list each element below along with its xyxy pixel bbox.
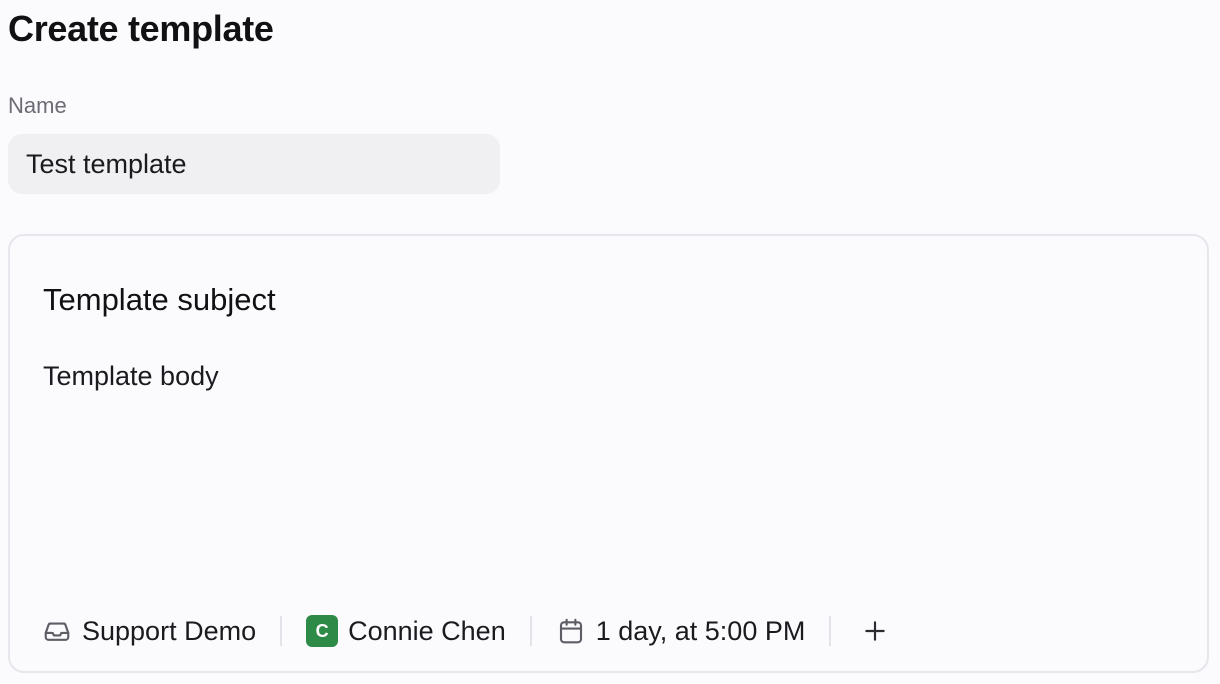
assignee-label: Connie Chen (348, 616, 506, 646)
inbox-label: Support Demo (82, 616, 257, 646)
calendar-icon (556, 616, 586, 646)
assignee-selector[interactable]: C Connie Chen (306, 608, 506, 654)
due-date-selector[interactable]: 1 day, at 5:00 PM (556, 608, 806, 654)
template-subject[interactable]: Template subject (43, 280, 276, 320)
create-template-page: Create template Name Template subject Te… (0, 0, 1220, 684)
page-title: Create template (8, 8, 274, 49)
meta-divider (280, 616, 283, 646)
meta-divider (829, 616, 832, 646)
template-body[interactable]: Template body (43, 358, 219, 394)
meta-divider (529, 616, 532, 646)
plus-icon (862, 618, 888, 644)
name-input[interactable] (8, 134, 500, 194)
inbox-icon (42, 616, 72, 646)
add-field-button[interactable] (855, 611, 895, 651)
template-editor[interactable]: Template subject Template body Support D… (8, 234, 1209, 673)
due-date-label: 1 day, at 5:00 PM (595, 616, 806, 646)
template-meta-bar: Support Demo C Connie Chen 1 day, at 5:0… (42, 608, 895, 654)
name-field-label: Name (8, 93, 67, 118)
avatar: C (306, 615, 339, 647)
inbox-selector[interactable]: Support Demo (42, 608, 256, 654)
